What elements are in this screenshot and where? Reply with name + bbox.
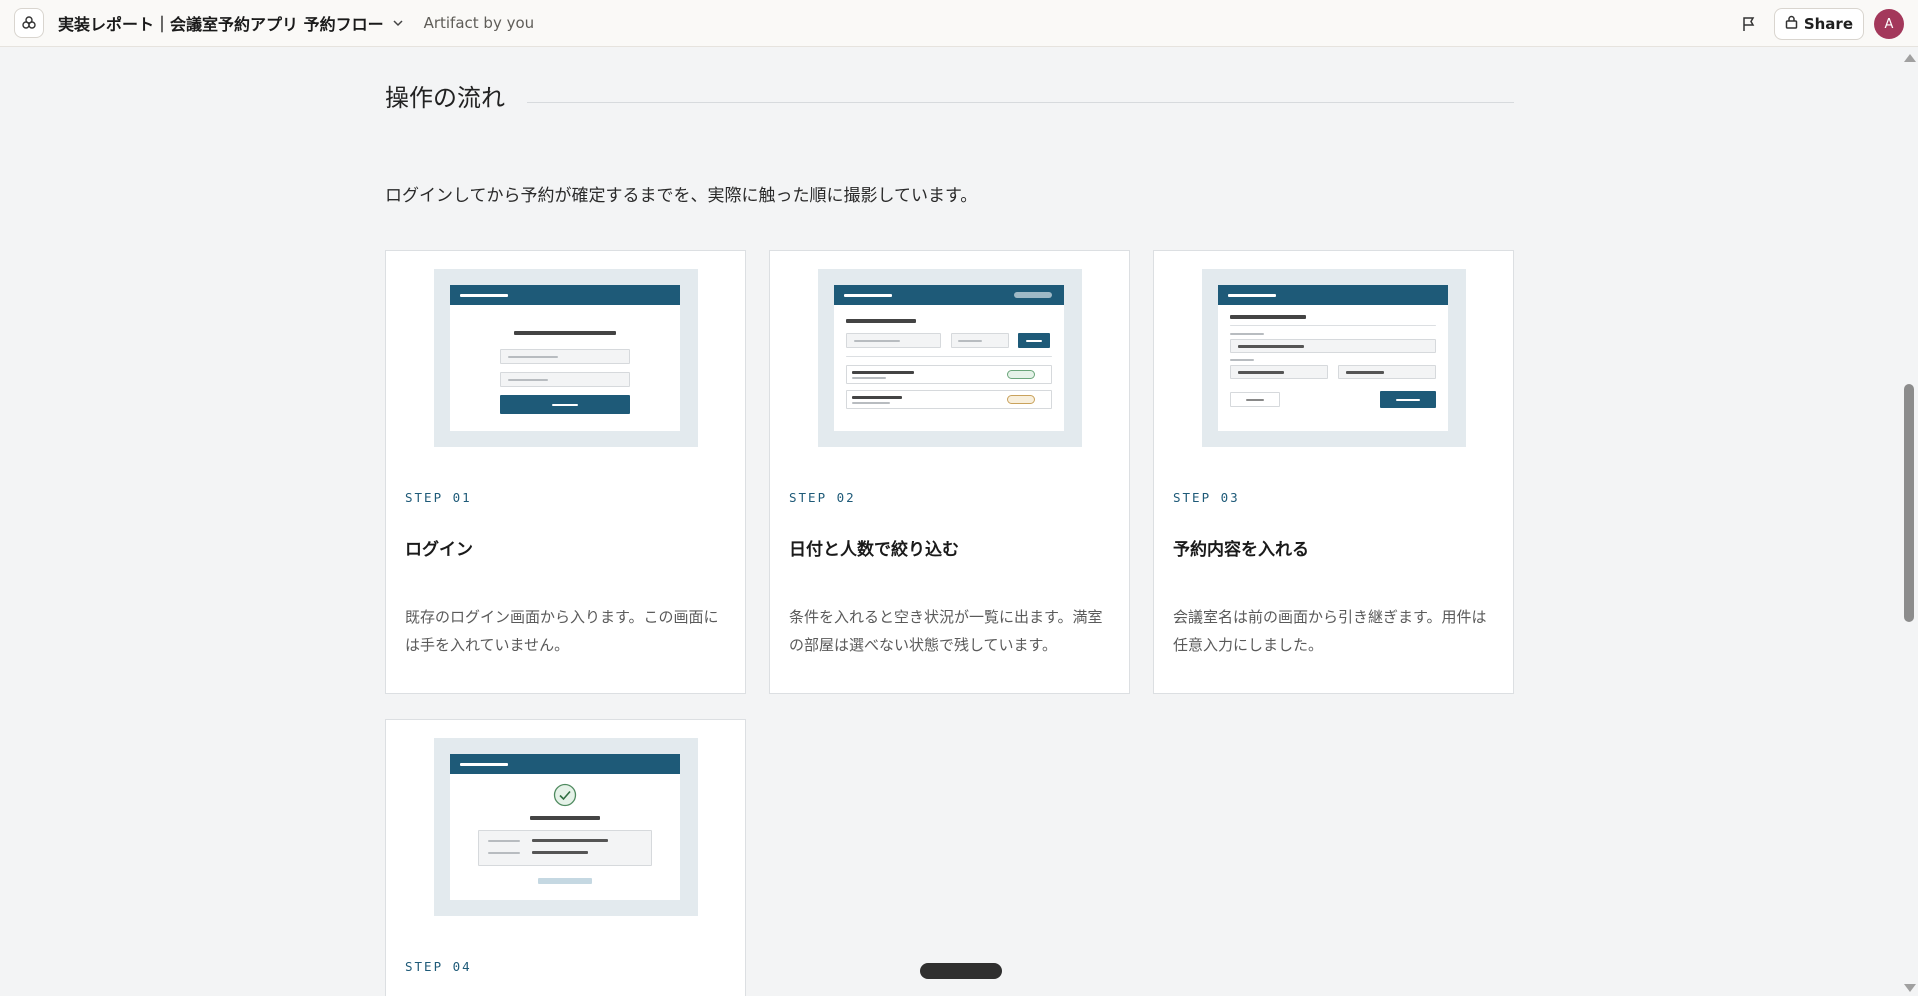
step-title: 予約内容を入れる (1173, 540, 1309, 560)
artifact-title[interactable]: 実装レポート｜会議室予約アプリ 予約フロー (58, 11, 384, 35)
top-bar: 実装レポート｜会議室予約アプリ 予約フロー Artifact by you Sh… (0, 0, 1918, 47)
step-card-3: STEP 03 予約内容を入れる 会議室名は前の画面から引き継ぎます。用件は任意… (1153, 250, 1514, 694)
artifact-subtitle: Artifact by you (423, 14, 535, 32)
step-description: 条件を入れると空き状況が一覧に出ます。満室の部屋は選べない状態で残しています。 (789, 608, 1103, 654)
step-number: STEP 03 (1173, 490, 1240, 505)
share-button[interactable]: Share (1773, 8, 1864, 40)
step-screenshot (818, 269, 1082, 447)
lock-icon (1785, 15, 1798, 33)
step-screenshot (1202, 269, 1466, 447)
step-screenshot (434, 269, 698, 447)
section-heading: 操作の流れ (385, 84, 505, 112)
artifact-app-icon[interactable] (14, 8, 44, 38)
section-intro: ログインしてから予約が確定するまでを、実際に触った順に撮影しています。 (385, 186, 978, 206)
scroll-indicator-pill[interactable] (920, 963, 1002, 979)
scroll-down-arrow[interactable] (1904, 984, 1916, 992)
step-title: 日付と人数で絞り込む (789, 540, 959, 560)
share-label: Share (1803, 15, 1853, 33)
avatar[interactable]: A (1874, 9, 1904, 39)
heading-divider (527, 102, 1514, 103)
scroll-thumb[interactable] (1904, 384, 1914, 622)
step-title: ログイン (405, 540, 473, 560)
step-card-4: STEP 04 (385, 719, 746, 996)
step-number: STEP 02 (789, 490, 856, 505)
scrollbar[interactable] (1900, 48, 1918, 996)
flag-icon[interactable] (1734, 9, 1764, 39)
step-card-1: STEP 01 ログイン 既存のログイン画面から入ります。この画面には手を入れて… (385, 250, 746, 694)
step-card-2: STEP 02 日付と人数で絞り込む 条件を入れると空き状況が一覧に出ます。満室… (769, 250, 1130, 694)
scroll-up-arrow[interactable] (1904, 54, 1916, 62)
step-description: 会議室名は前の画面から引き継ぎます。用件は任意入力にしました。 (1173, 608, 1487, 654)
step-screenshot (434, 738, 698, 916)
step-number: STEP 01 (405, 490, 472, 505)
step-number: STEP 04 (405, 959, 472, 974)
step-description: 既存のログイン画面から入ります。この画面には手を入れていません。 (405, 608, 719, 654)
check-circle-icon (553, 783, 577, 807)
chevron-down-icon[interactable] (392, 16, 406, 30)
